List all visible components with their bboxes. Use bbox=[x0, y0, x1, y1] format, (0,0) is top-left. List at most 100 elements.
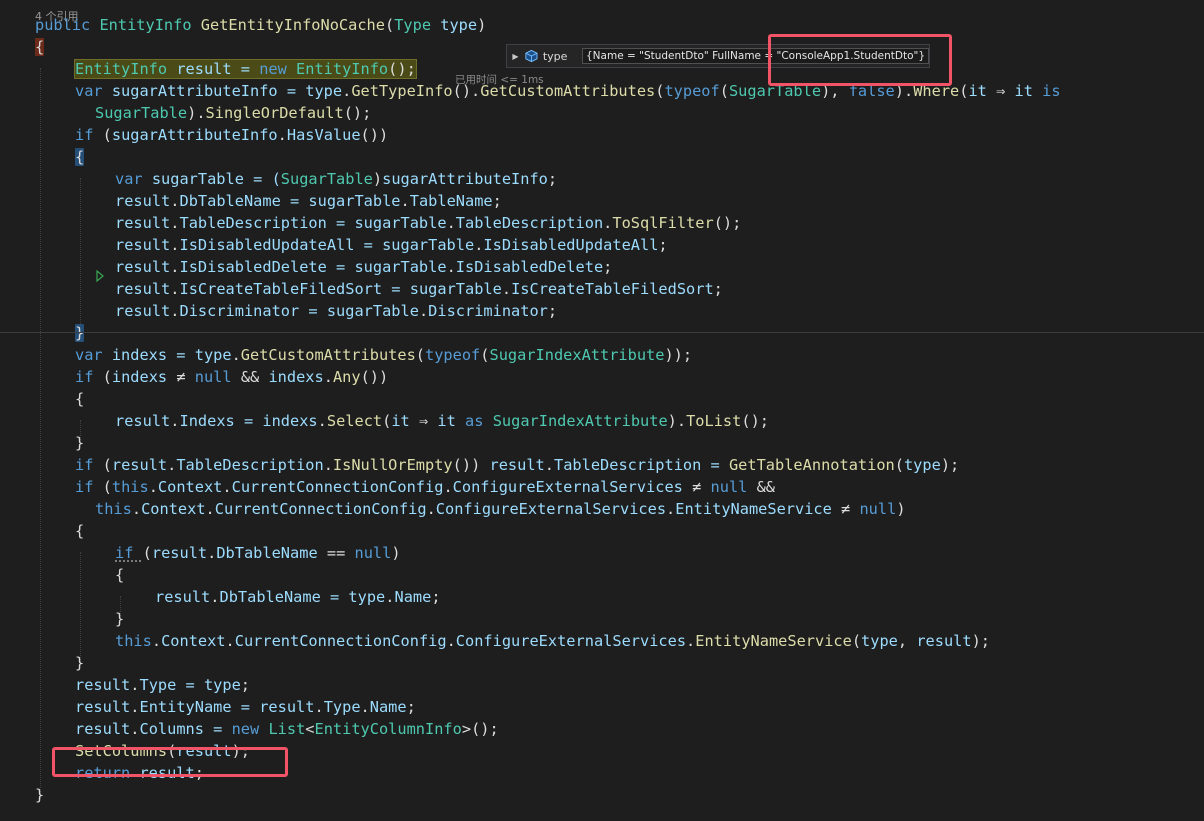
code-token: . bbox=[544, 456, 554, 474]
code-line[interactable]: result.Discriminator = sugarTable.Discri… bbox=[115, 300, 557, 322]
code-line[interactable]: { bbox=[115, 564, 124, 586]
code-line[interactable]: { bbox=[75, 146, 85, 168]
code-token: . bbox=[418, 302, 429, 320]
code-token: ( bbox=[102, 368, 112, 386]
code-token: sugarTable = ( bbox=[151, 170, 281, 188]
code-token: . bbox=[400, 192, 410, 210]
code-token: ) bbox=[477, 16, 487, 34]
code-line[interactable]: result.Type = type; bbox=[75, 674, 250, 696]
code-token: ≠ bbox=[176, 368, 195, 386]
code-token: ⇒ bbox=[996, 82, 1015, 100]
code-line[interactable]: result.DbTableName = type.Name; bbox=[155, 586, 441, 608]
code-token: IsCreateTableFiledSort = bbox=[179, 280, 410, 298]
code-token: if bbox=[115, 544, 143, 562]
code-line[interactable]: result. IsCreateTableFiledSort = sugarTab… bbox=[115, 278, 723, 300]
code-token: new bbox=[259, 60, 297, 78]
code-token: GetCustomAttributes bbox=[240, 346, 416, 364]
code-line[interactable]: result.EntityName = result.Type.Name; bbox=[75, 696, 416, 718]
code-token: it bbox=[437, 412, 466, 430]
code-token: SugarTable bbox=[280, 170, 373, 188]
code-line[interactable]: this.Context.CurrentConnectionConfig.Con… bbox=[95, 498, 906, 520]
code-token: . bbox=[314, 698, 324, 716]
code-line[interactable]: { bbox=[35, 36, 45, 58]
code-token: null bbox=[859, 500, 897, 518]
code-line[interactable]: result.DbTableName = sugarTable.TableNam… bbox=[115, 190, 502, 212]
code-token: if bbox=[75, 456, 103, 474]
code-line[interactable]: var indexs = type.GetCustomAttributes(ty… bbox=[75, 344, 692, 366]
code-line[interactable]: result.Columns = new List<EntityColumnIn… bbox=[75, 718, 499, 740]
code-token: Context bbox=[161, 632, 226, 650]
code-token: IsDisabledDelete = bbox=[179, 258, 355, 276]
code-token: Name bbox=[369, 698, 407, 716]
code-token: result bbox=[155, 588, 211, 606]
code-token: it bbox=[1014, 82, 1043, 100]
code-token: result bbox=[489, 456, 545, 474]
code-token: IsCreateTableFiledSort bbox=[511, 280, 714, 298]
code-line[interactable]: result.IsDisabledUpdateAll = sugarTable.… bbox=[115, 234, 668, 256]
code-line[interactable]: result. TableDescription = sugarTable.Tab… bbox=[115, 212, 741, 234]
code-line[interactable]: { bbox=[75, 388, 84, 410]
code-token: Type bbox=[394, 16, 441, 34]
code-line[interactable]: } bbox=[75, 432, 84, 454]
code-token: result bbox=[115, 236, 171, 254]
code-token: Any bbox=[332, 368, 361, 386]
code-token: ; bbox=[713, 280, 723, 298]
code-line[interactable]: } bbox=[115, 608, 124, 630]
code-token: . bbox=[443, 478, 453, 496]
code-token: GetTypeInfo bbox=[351, 82, 453, 100]
code-line[interactable]: } bbox=[75, 652, 84, 674]
datatip-name: type bbox=[542, 49, 568, 63]
code-line[interactable]: result.IsDisabledDelete = sugarTable.IsD… bbox=[115, 256, 612, 278]
code-token: ⇒ bbox=[418, 412, 438, 430]
code-token: . bbox=[167, 456, 177, 474]
code-line[interactable]: if (this.Context.CurrentConnectionConfig… bbox=[75, 476, 775, 498]
code-line[interactable]: } bbox=[35, 784, 44, 806]
code-token: ( bbox=[719, 82, 729, 100]
code-token: )); bbox=[664, 346, 693, 364]
code-token: ConfigureExternalServices bbox=[435, 500, 667, 518]
code-line[interactable]: result.Indexs = indexs.Select(it ⇒ it as… bbox=[115, 410, 769, 432]
code-token: . bbox=[603, 214, 613, 232]
code-line[interactable]: if (indexs ≠ null && indexs.Any()) bbox=[75, 366, 388, 388]
code-line[interactable]: } bbox=[75, 322, 85, 344]
code-token: ); bbox=[940, 456, 960, 474]
code-token: result bbox=[115, 412, 171, 430]
code-token: ( bbox=[415, 346, 425, 364]
code-token: . bbox=[205, 500, 215, 518]
code-line[interactable]: public EntityInfo GetEntityInfoNoCache(T… bbox=[35, 14, 486, 36]
code-token: sugarAttributeInfo bbox=[382, 170, 548, 188]
code-token: SingleOrDefault bbox=[205, 104, 344, 122]
triangle-right-icon[interactable]: ▶ bbox=[509, 52, 522, 61]
code-token: , bbox=[897, 632, 917, 650]
code-token: HasValue bbox=[286, 126, 361, 144]
code-token: typeof bbox=[425, 346, 481, 364]
code-token: . bbox=[222, 478, 232, 496]
code-token: indexs bbox=[268, 368, 324, 386]
code-token: ); bbox=[971, 632, 990, 650]
code-token: . bbox=[360, 698, 370, 716]
code-token: (); bbox=[343, 104, 372, 122]
code-token: (); bbox=[741, 412, 769, 430]
code-token: Discriminator = bbox=[179, 302, 327, 320]
code-token: CurrentConnectionConfig bbox=[234, 632, 447, 650]
code-token: DbTableName bbox=[216, 544, 327, 562]
code-line[interactable]: if (result.TableDescription.IsNullOrEmpt… bbox=[75, 454, 959, 476]
code-token: IsNullOrEmpty bbox=[332, 456, 453, 474]
code-token: new bbox=[231, 720, 269, 738]
code-token: TableDescription = bbox=[553, 456, 729, 474]
code-token: CurrentConnectionConfig bbox=[214, 500, 427, 518]
code-line[interactable]: if (sugarAttributeInfo.HasValue()) bbox=[75, 124, 388, 146]
code-token: indexs = bbox=[111, 346, 195, 364]
code-line[interactable]: if (result.DbTableName == null) bbox=[115, 542, 401, 564]
code-editor[interactable]: 4 个引用 public EntityInfo GetEntityInfoNoC… bbox=[0, 0, 1204, 821]
code-token: SugarTable bbox=[95, 104, 188, 122]
code-token: EntityInfo bbox=[296, 60, 389, 78]
code-token: result = bbox=[176, 60, 260, 78]
code-line[interactable]: var sugarTable = (SugarTable)sugarAttrib… bbox=[115, 168, 557, 190]
code-token: ; bbox=[658, 236, 668, 254]
code-line[interactable]: this.Context.CurrentConnectionConfig.Con… bbox=[115, 630, 990, 652]
code-token: ≠ bbox=[841, 500, 860, 518]
code-line[interactable]: SugarTable).SingleOrDefault(); bbox=[95, 102, 371, 124]
code-line[interactable]: EntityInfo result = new EntityInfo(); bbox=[74, 58, 417, 80]
code-line[interactable]: { bbox=[75, 520, 84, 542]
